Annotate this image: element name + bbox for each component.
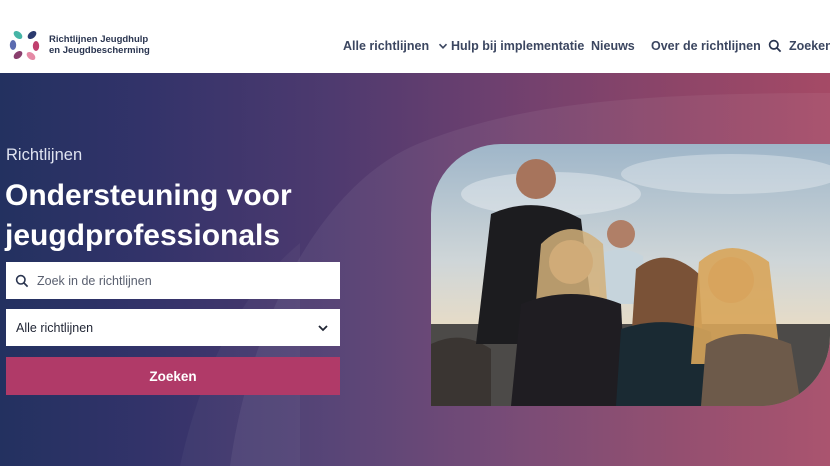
nav-item-about[interactable]: Over de richtlijnen bbox=[651, 38, 761, 54]
logo-icon[interactable] bbox=[6, 26, 44, 64]
hero-photo bbox=[431, 144, 830, 406]
nav-label-about: Over de richtlijnen bbox=[651, 39, 761, 53]
hero-title-line-2: jeugdprofessionals bbox=[5, 219, 281, 252]
search-input[interactable] bbox=[37, 273, 327, 288]
nav-label-all-guidelines: Alle richtlijnen bbox=[343, 39, 430, 53]
nav-search-button[interactable]: Zoeken bbox=[768, 38, 830, 54]
nav-label-news: Nieuws bbox=[591, 39, 635, 53]
nav-item-news[interactable]: Nieuws bbox=[591, 38, 635, 54]
nav-label-implementation-help: Hulp bij implementatie bbox=[451, 39, 585, 53]
hero-title-line-1: Ondersteuning voor bbox=[5, 179, 292, 212]
search-field[interactable] bbox=[6, 262, 340, 299]
site-header: Richtlijnen Jeugdhulp en Jeugdbeschermin… bbox=[0, 0, 830, 73]
search-button[interactable]: Zoeken bbox=[6, 357, 340, 395]
nav-item-all-guidelines[interactable]: Alle richtlijnen bbox=[343, 38, 449, 54]
chevron-down-icon bbox=[439, 43, 448, 49]
logo-line-2: en Jeugdbescherming bbox=[49, 45, 150, 56]
hero-title: Ondersteuning voor jeugdprofessionals bbox=[5, 176, 292, 256]
logo-line-1: Richtlijnen Jeugdhulp bbox=[49, 34, 149, 45]
logo-text[interactable]: Richtlijnen Jeugdhulp en Jeugdbeschermin… bbox=[49, 34, 150, 56]
search-icon bbox=[15, 274, 29, 287]
search-icon bbox=[768, 39, 782, 53]
guideline-select[interactable]: Alle richtlijnen bbox=[6, 309, 340, 346]
chevron-down-icon bbox=[318, 324, 328, 331]
nav-label-search: Zoeken bbox=[789, 39, 830, 53]
select-value: Alle richtlijnen bbox=[16, 320, 94, 335]
nav-item-implementation-help[interactable]: Hulp bij implementatie bbox=[451, 38, 584, 54]
hero-eyebrow: Richtlijnen bbox=[6, 146, 83, 164]
hero-section: Richtlijnen Ondersteuning voor jeugdprof… bbox=[0, 73, 830, 466]
